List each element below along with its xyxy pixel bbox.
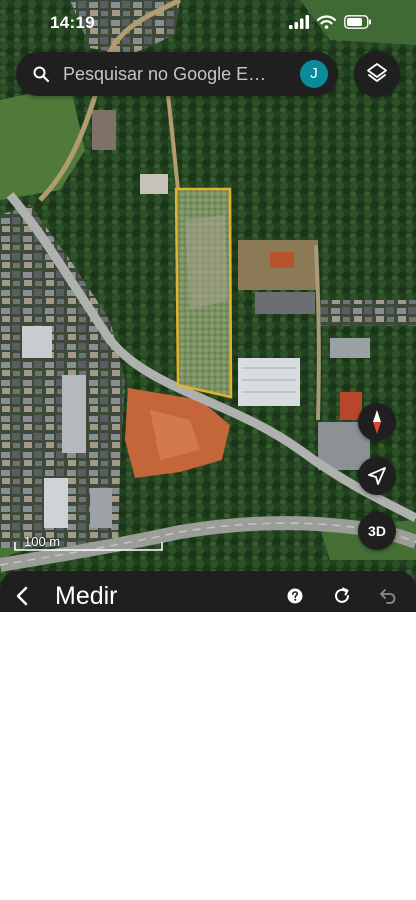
wifi-icon — [317, 15, 336, 29]
search-input[interactable]: Pesquisar no Google E… — [63, 64, 293, 85]
refresh-icon[interactable] — [332, 586, 352, 606]
status-bar: 14:19 — [0, 0, 416, 46]
help-icon[interactable] — [287, 588, 303, 604]
undo-icon[interactable] — [378, 586, 398, 606]
my-location-button[interactable] — [358, 457, 396, 495]
measure-toolbar: Medir — [0, 571, 416, 612]
back-arrow-icon[interactable] — [12, 585, 34, 607]
scale-bar: 100 m — [14, 534, 164, 554]
layers-icon — [367, 63, 387, 82]
avatar[interactable]: J — [300, 60, 328, 88]
status-icons — [289, 15, 372, 29]
status-time: 14:19 — [50, 13, 95, 32]
scale-label: 100 m — [24, 534, 61, 549]
search-icon — [33, 66, 50, 83]
app-screen: 14:19 Pesquisar no Google E… J 3D 100 m … — [0, 0, 416, 612]
compass-button[interactable] — [358, 403, 396, 441]
cellular-signal-icon — [289, 15, 309, 29]
compass-icon — [373, 410, 381, 434]
battery-icon — [344, 15, 371, 29]
3d-toggle-button[interactable]: 3D — [358, 512, 396, 550]
toolbar-title: Medir — [55, 582, 118, 610]
navigation-arrow-icon — [368, 467, 386, 485]
search-bar[interactable]: Pesquisar no Google E… J — [16, 52, 338, 96]
layers-button[interactable] — [354, 51, 400, 97]
